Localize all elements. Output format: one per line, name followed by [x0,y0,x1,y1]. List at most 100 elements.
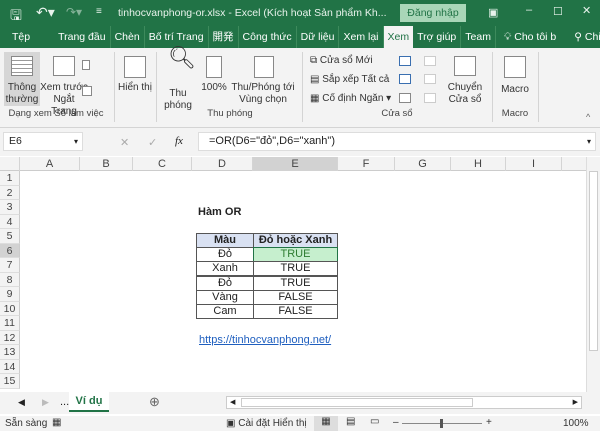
horizontal-scrollbar[interactable]: ◀ ▶ [226,396,582,409]
row-header[interactable]: 11 [0,316,20,331]
row-header[interactable]: 1 [0,171,20,186]
custom-views-icon[interactable] [82,86,92,96]
row-header[interactable]: 7 [0,258,20,273]
tab-formulas[interactable]: Công thức [239,26,297,48]
arrange-all-button[interactable]: ▤ Sắp xếp Tất cả [310,74,389,86]
normal-view-status-button[interactable]: ▦ [314,416,338,431]
color-cell[interactable]: Vàng [196,289,254,305]
enter-icon[interactable]: ✓ [148,136,157,149]
zoom-button[interactable]: 🔍︎ Thu phóng [160,47,196,112]
zoom-level[interactable]: 100% [563,418,589,429]
page-break-status-button[interactable]: ▭ [370,416,379,427]
new-window-button[interactable]: ⧉ Cửa sổ Mới [310,55,373,67]
sheet-tab-active[interactable]: Ví dụ [69,392,109,412]
result-cell[interactable]: TRUE [253,275,338,291]
tab-help[interactable]: Trợ giúp [413,26,462,48]
row-header[interactable]: 10 [0,301,20,316]
page-layout-icon[interactable] [82,60,90,70]
next-sheet-icon[interactable]: ▶ [42,397,49,408]
result-cell[interactable]: TRUE [253,261,338,277]
row-header[interactable]: 12 [0,330,20,345]
display-settings-button[interactable]: ▣ Cài đặt Hiển thị [226,418,307,429]
column-header[interactable]: C [133,157,192,171]
color-cell[interactable]: Cam [196,304,254,320]
cancel-icon[interactable]: ✕ [120,136,129,149]
header-cell[interactable]: Đỏ hoặc Xanh [253,233,338,248]
tell-me[interactable]: 💡︎ Cho tôi b [496,26,560,48]
column-header[interactable]: H [451,157,506,171]
unhide-icon[interactable] [399,93,411,103]
row-header[interactable]: 14 [0,359,20,374]
tab-review[interactable]: Xem lại [339,26,384,48]
vertical-scrollbar[interactable] [586,157,600,392]
maximize-button[interactable]: ☐ [553,5,563,18]
color-cell[interactable]: Đỏ [196,247,254,262]
hide-icon[interactable] [399,74,411,84]
website-link[interactable]: https://tinhocvanphong.net/ [199,334,331,346]
tab-team[interactable]: Team [461,26,496,48]
zoom-out-button[interactable]: – [393,417,399,428]
header-cell[interactable]: Màu [196,233,254,248]
column-header[interactable]: I [506,157,562,171]
side-by-side-icon[interactable] [424,56,436,66]
select-all-button[interactable] [0,157,20,171]
redo-icon[interactable]: ↷▾ [66,5,82,19]
insert-function-button[interactable]: fx [175,135,183,147]
sync-scroll-icon[interactable] [424,74,436,84]
row-header[interactable]: 13 [0,345,20,360]
name-box[interactable]: E6 ▾ [3,132,83,151]
column-header[interactable]: A [20,157,80,171]
column-header[interactable]: E [253,157,338,171]
page-layout-status-button[interactable]: ▤ [346,416,355,427]
ribbon-display-icon[interactable]: ▣ [488,6,498,19]
sign-in-button[interactable]: Đăng nhập [400,4,466,22]
row-header[interactable]: 8 [0,272,20,287]
column-header[interactable]: D [192,157,253,171]
scroll-thumb[interactable] [589,171,598,351]
split-icon[interactable] [399,56,411,66]
more-sheets-button[interactable]: ... [60,396,69,408]
tab-insert[interactable]: Chèn [111,26,145,48]
result-cell[interactable]: TRUE [253,247,338,262]
sheet-title-cell[interactable]: Hàm OR [198,206,241,218]
macros-button[interactable]: Macro [496,52,534,106]
color-cell[interactable]: Đỏ [196,275,254,291]
page-break-preview-button[interactable]: Xem trước Ngắt Trang [40,52,88,117]
result-cell[interactable]: FALSE [253,304,338,320]
tab-file[interactable]: Tệp [0,26,54,48]
minimize-button[interactable]: – [526,4,532,16]
prev-sheet-icon[interactable]: ◀ [18,397,25,408]
zoom-in-button[interactable]: + [486,417,492,428]
color-cell[interactable]: Xanh [196,261,254,277]
reset-position-icon[interactable] [424,93,436,103]
customize-qat-icon[interactable]: ≡ [96,6,102,17]
column-header[interactable]: B [80,157,133,171]
share-button[interactable]: ⚲ Chia sẻ [560,26,600,48]
freeze-panes-button[interactable]: ▦ Cố định Ngăn ▾ [310,93,391,105]
zoom-100-button[interactable]: 100% [198,52,230,106]
zoom-to-selection-button[interactable]: Thu/Phóng tới Vùng chọn [228,52,298,106]
zoom-slider[interactable] [402,419,482,428]
show-button[interactable]: Hiển thị [118,52,152,106]
undo-icon[interactable]: ↶▾ [36,4,55,21]
tab-view[interactable]: Xem [383,26,414,48]
tab-data[interactable]: Dữ liệu [297,26,340,48]
tab-home[interactable]: Trang đầu [54,26,111,48]
row-header[interactable]: 6 [0,243,20,258]
column-header[interactable]: G [395,157,451,171]
close-button[interactable]: ✕ [582,4,591,17]
tab-developer[interactable]: 開発 [209,26,239,48]
collapse-ribbon-icon[interactable]: ^ [586,112,590,122]
row-header[interactable]: 2 [0,185,20,200]
new-sheet-button[interactable]: ⊕ [149,394,160,410]
column-header[interactable]: F [338,157,395,171]
row-header[interactable]: 15 [0,374,20,389]
row-header[interactable]: 3 [0,200,20,215]
row-header[interactable]: 9 [0,287,20,302]
row-header[interactable]: 5 [0,229,20,244]
normal-view-button[interactable]: Thông thường [4,52,40,106]
result-cell[interactable]: FALSE [253,289,338,305]
formula-input[interactable]: =OR(D6="đỏ",D6="xanh") ▾ [198,132,596,151]
row-header[interactable]: 4 [0,214,20,229]
macro-record-icon[interactable]: ▦ [52,417,61,428]
